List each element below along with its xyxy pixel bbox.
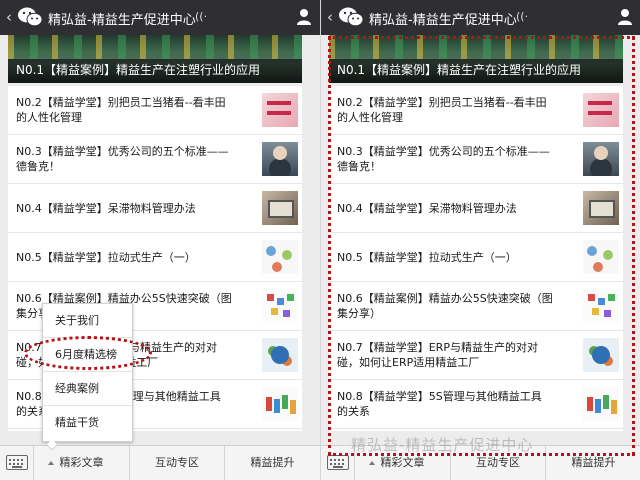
portrait-thumbnail (262, 142, 298, 176)
list-item[interactable]: N0.4【精益学堂】呆滞物料管理办法 (8, 184, 302, 233)
list-item[interactable]: N0.5【精益学堂】拉动式生产（一） (8, 233, 302, 282)
keyboard-icon (327, 455, 349, 470)
list-item[interactable]: N0.2【精益学堂】别把员工当猪看--看丰田 的人性化管理 (8, 86, 302, 135)
article-title: N0.3【精益学堂】优秀公司的五个标准—— 德鲁克！ (16, 145, 229, 173)
phone-screen-left: ‹ 精弘益-精益生产促进中心 ((· N0.1【精益案例】精益生产在注塑行业的应… (0, 0, 320, 480)
warehouse-thumbnail (262, 191, 298, 225)
back-arrow-icon[interactable]: ‹ (327, 8, 333, 26)
erp-thumbnail (262, 338, 298, 372)
wechat-icon (339, 7, 364, 27)
keyboard-icon (6, 455, 28, 470)
banner-title: N0.1【精益案例】精益生产在注塑行业的应用 (16, 63, 261, 77)
user-icon[interactable] (617, 8, 633, 26)
menu-button-interaction[interactable]: 互动专区 (130, 446, 225, 480)
article-title: N0.2【精益学堂】别把员工当猪看--看丰田 的人性化管理 (16, 96, 226, 124)
list-item[interactable]: N0.3【精益学堂】优秀公司的五个标准—— 德鲁克！ (8, 135, 302, 184)
article-title: N0.4【精益学堂】呆滞物料管理办法 (16, 201, 196, 215)
5s-thumbnail (262, 289, 298, 323)
pink-text-thumbnail (262, 93, 298, 127)
article-title: N0.5【精益学堂】拉动式生产（一） (16, 250, 196, 264)
wechat-icon (18, 7, 43, 27)
audio-mode-icon: ((· (516, 10, 529, 23)
user-icon[interactable] (296, 8, 312, 26)
chat-header: ‹ 精弘益-精益生产促进中心 ((· (0, 0, 320, 35)
featured-article-banner[interactable]: N0.1【精益案例】精益生产在注塑行业的应用 (8, 35, 302, 83)
highlight-frame (328, 36, 635, 456)
banner-image (8, 35, 302, 59)
phone-screen-right: ‹ 精弘益-精益生产促进中心 ((· N0.1【精益案例】精益生产在注塑行业的应… (320, 0, 640, 480)
audio-mode-icon: ((· (195, 10, 208, 23)
bottom-menu-bar: 精彩文章 互动专区 精益提升 (0, 445, 320, 480)
submenu-item-classic-cases[interactable]: 经典案例 (43, 372, 132, 406)
account-title: 精弘益-精益生产促进中心 (369, 13, 517, 28)
chat-header: ‹ 精弘益-精益生产促进中心 ((· (321, 0, 640, 35)
keyboard-toggle-button[interactable] (0, 446, 34, 480)
back-arrow-icon[interactable]: ‹ (6, 8, 12, 26)
menu-button-improvement[interactable]: 精益提升 (225, 446, 320, 480)
diagram-thumbnail (262, 240, 298, 274)
submenu-popup: 关于我们 6月度精选榜 经典案例 精益干货 (42, 303, 133, 442)
tools-thumbnail (262, 387, 298, 421)
submenu-item-about-us[interactable]: 关于我们 (43, 304, 132, 338)
highlight-oval (24, 336, 152, 370)
submenu-item-lean-tips[interactable]: 精益干货 (43, 406, 132, 440)
account-title: 精弘益-精益生产促进中心 (48, 13, 196, 28)
menu-button-articles[interactable]: 精彩文章 (34, 446, 130, 480)
